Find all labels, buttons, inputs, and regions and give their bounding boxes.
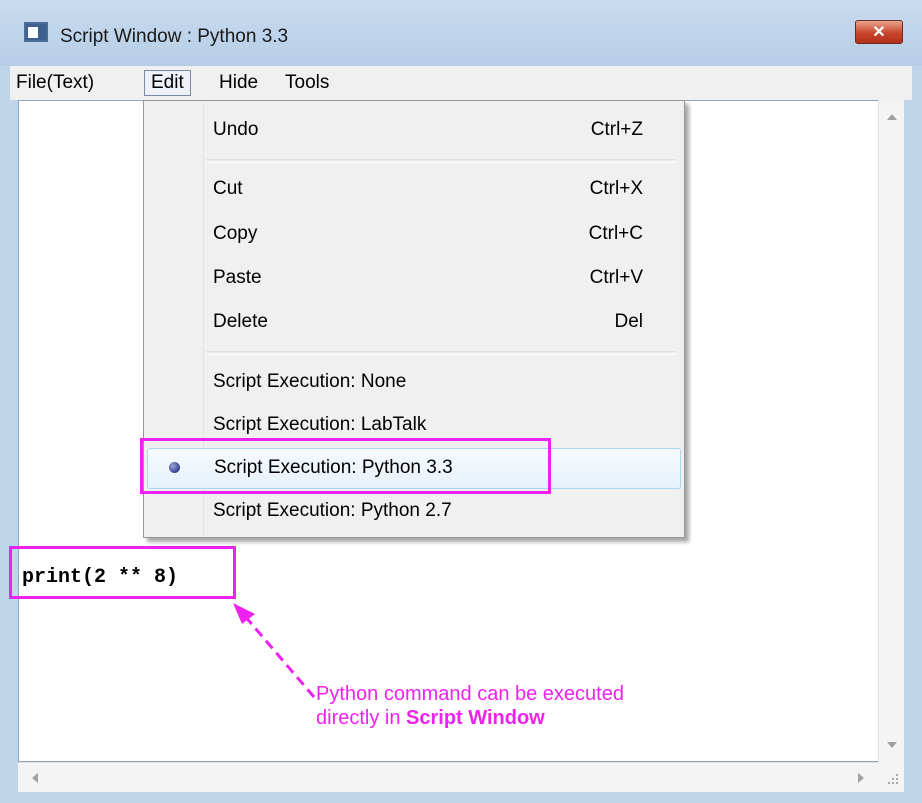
annotation-text: Python command can be executed directly …: [316, 682, 624, 730]
annotation-line-2-prefix: directly in: [316, 707, 407, 729]
annotation-line-2-bold: Script Window: [406, 707, 545, 729]
script-window: Script Window : Python 3.3 ✕ File(Text) …: [0, 0, 922, 803]
annotation-line-1: Python command can be executed: [316, 683, 624, 705]
annotation-line-2: directly in Script Window: [316, 706, 624, 730]
